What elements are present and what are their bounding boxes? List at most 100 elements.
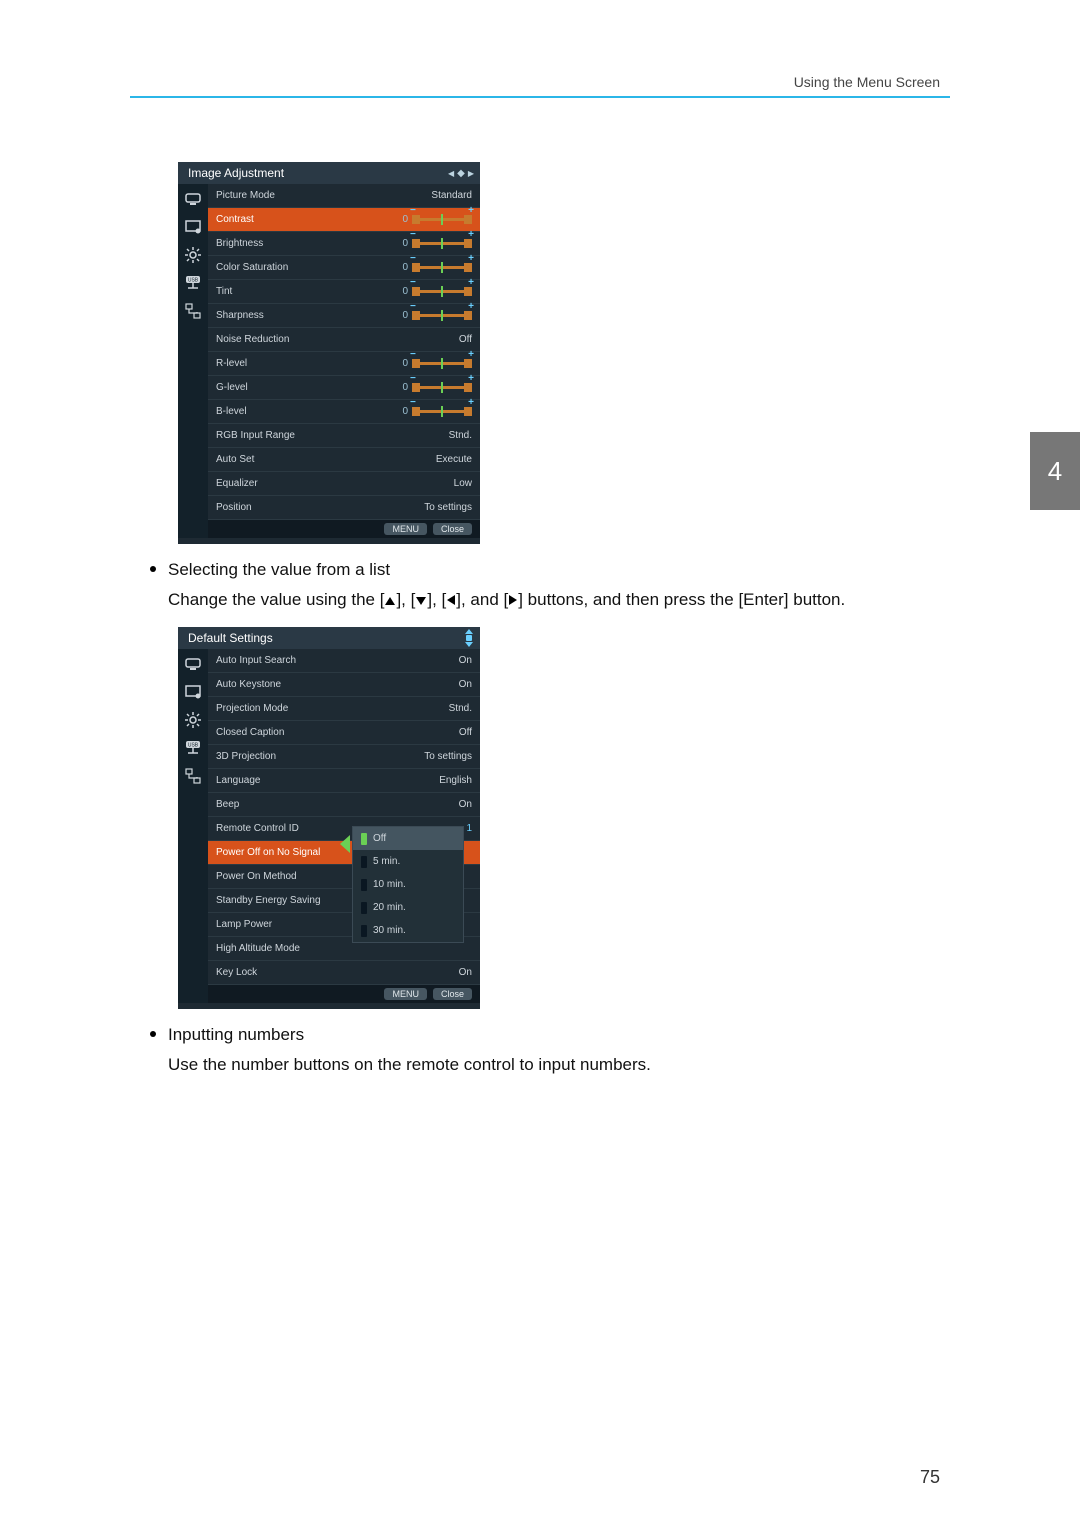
close-button[interactable]: Close — [433, 523, 472, 535]
row-sharpness[interactable]: Sharpness 0−+ — [208, 304, 480, 328]
slider-control[interactable]: 0−+ — [398, 286, 472, 297]
menu-button[interactable]: MENU — [384, 523, 427, 535]
slider-control[interactable]: 0−+ — [398, 382, 472, 393]
row-brightness[interactable]: Brightness 0−+ — [208, 232, 480, 256]
row-label: G-level — [216, 382, 248, 393]
row-color-saturation[interactable]: Color Saturation 0−+ — [208, 256, 480, 280]
row-contrast[interactable]: Contrast 0 −+ — [208, 208, 480, 232]
row-label: High Altitude Mode — [216, 943, 300, 954]
settings-gear-icon[interactable] — [182, 709, 204, 731]
row-label: Projection Mode — [216, 703, 288, 714]
right-arrow-icon — [509, 595, 517, 605]
left-arrow-icon — [447, 595, 455, 605]
row-auto-set[interactable]: Auto Set Execute — [208, 448, 480, 472]
dropdown-item[interactable]: 5 min. — [353, 850, 463, 873]
menu-category-tabs: USB — [178, 649, 208, 1003]
row-value: To settings — [424, 751, 472, 762]
row-label: Sharpness — [216, 310, 264, 321]
row-value: Off — [459, 727, 472, 738]
dropdown-arrow-container — [340, 835, 350, 853]
nav-up-down-icon — [464, 629, 474, 647]
header-section-label: Using the Menu Screen — [794, 74, 940, 90]
row-label: Color Saturation — [216, 262, 288, 273]
row-r-level[interactable]: R-level 0−+ — [208, 352, 480, 376]
down-arrow-icon — [416, 597, 426, 605]
row-equalizer[interactable]: Equalizer Low — [208, 472, 480, 496]
row-label: Beep — [216, 799, 239, 810]
network-tab-icon[interactable] — [182, 300, 204, 322]
slider-control[interactable]: 0−+ — [398, 310, 472, 321]
display-tab-icon[interactable] — [182, 216, 204, 238]
row-language[interactable]: LanguageEnglish — [208, 769, 480, 793]
slider-control[interactable]: 0 −+ — [398, 214, 472, 225]
dropdown-item[interactable]: 10 min. — [353, 873, 463, 896]
row-projection-mode[interactable]: Projection ModeStnd. — [208, 697, 480, 721]
up-arrow-icon — [385, 597, 395, 605]
row-position[interactable]: Position To settings — [208, 496, 480, 520]
dropdown-list[interactable]: Off 5 min. 10 min. 20 min. 30 min. — [352, 826, 464, 943]
row-label: Auto Keystone — [216, 679, 281, 690]
row-rgb-input-range[interactable]: RGB Input Range Stnd. — [208, 424, 480, 448]
row-auto-input-search[interactable]: Auto Input SearchOn — [208, 649, 480, 673]
display-tab-icon[interactable] — [182, 681, 204, 703]
network-tab-icon[interactable] — [182, 765, 204, 787]
row-tint[interactable]: Tint 0−+ — [208, 280, 480, 304]
slider-control[interactable]: 0−+ — [398, 406, 472, 417]
slider-control[interactable]: 0−+ — [398, 262, 472, 273]
row-value: Execute — [436, 454, 472, 465]
page-number: 75 — [920, 1467, 940, 1488]
dropdown-item[interactable]: 20 min. — [353, 896, 463, 919]
row-picture-mode[interactable]: Picture Mode Standard — [208, 184, 480, 208]
dropdown-item[interactable]: Off — [353, 827, 463, 850]
close-button[interactable]: Close — [433, 988, 472, 1000]
menu-title: Image Adjustment — [188, 166, 284, 180]
marker-icon — [361, 879, 367, 891]
menu-button[interactable]: MENU — [384, 988, 427, 1000]
input-tab-icon[interactable] — [182, 188, 204, 210]
bullet-dot-icon — [150, 1031, 156, 1037]
row-label: Power On Method — [216, 871, 297, 882]
row-3d-projection[interactable]: 3D Projection To settings — [208, 745, 480, 769]
bullet-dot-icon — [150, 566, 156, 572]
menu-titlebar: Image Adjustment ◀◆▶ — [178, 162, 480, 184]
marker-icon — [361, 856, 367, 868]
svg-text:USB: USB — [188, 278, 199, 284]
row-beep[interactable]: Beep On — [208, 793, 480, 817]
dropdown-item[interactable]: 30 min. — [353, 919, 463, 942]
nav-dots-icon: ◀◆▶ — [448, 168, 474, 179]
row-label: Tint — [216, 286, 232, 297]
slider-control[interactable]: 0−+ — [398, 358, 472, 369]
row-closed-caption[interactable]: Closed CaptionOff — [208, 721, 480, 745]
input-tab-icon[interactable] — [182, 653, 204, 675]
text-block-1: Selecting the value from a list Change t… — [150, 558, 940, 612]
image-adjustment-menu: Image Adjustment ◀◆▶ USB Picture Mode St… — [178, 162, 480, 544]
row-g-level[interactable]: G-level 0−+ — [208, 376, 480, 400]
row-auto-keystone[interactable]: Auto KeystoneOn — [208, 673, 480, 697]
settings-gear-icon[interactable] — [182, 244, 204, 266]
usb-tab-icon[interactable]: USB — [182, 737, 204, 759]
row-value: On — [459, 799, 472, 810]
row-value: Off — [459, 334, 472, 345]
row-b-level[interactable]: B-level 0−+ — [208, 400, 480, 424]
menu-footer: MENU Close — [208, 520, 480, 538]
row-label: RGB Input Range — [216, 430, 295, 441]
row-key-lock[interactable]: Key LockOn — [208, 961, 480, 985]
row-value: 1 — [466, 823, 472, 834]
row-label: B-level — [216, 406, 247, 417]
menu-rows: Picture Mode Standard Contrast 0 −+ Brig… — [208, 184, 480, 538]
row-label: Power Off on No Signal — [216, 847, 320, 858]
marker-icon — [361, 925, 367, 937]
usb-tab-icon[interactable]: USB — [182, 272, 204, 294]
slider-control[interactable]: 0−+ — [398, 238, 472, 249]
dropdown-arrow-icon — [340, 835, 350, 853]
row-label: Picture Mode — [216, 190, 275, 201]
row-noise-reduction[interactable]: Noise Reduction Off — [208, 328, 480, 352]
instruction-line: Use the number buttons on the remote con… — [168, 1053, 940, 1077]
row-label: Auto Set — [216, 454, 254, 465]
marker-icon — [361, 902, 367, 914]
row-value: Low — [454, 478, 472, 489]
header-divider — [130, 96, 950, 98]
row-label: 3D Projection — [216, 751, 276, 762]
row-value: To settings — [424, 502, 472, 513]
row-label: Auto Input Search — [216, 655, 296, 666]
